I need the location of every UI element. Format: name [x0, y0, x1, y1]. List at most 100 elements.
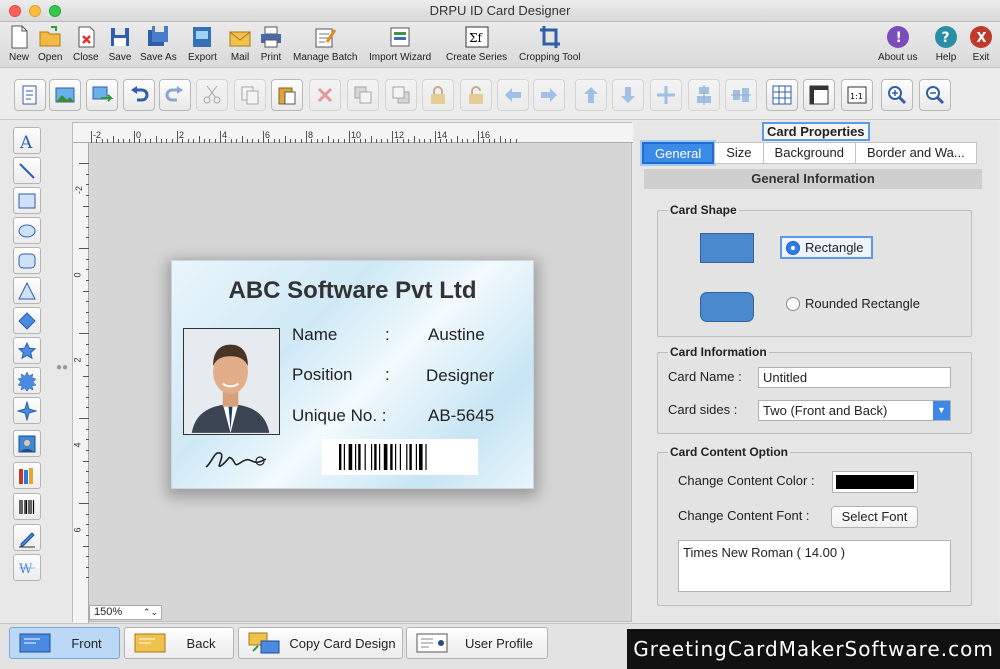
name-value[interactable]: Austine — [428, 325, 485, 345]
back-button[interactable]: Back — [124, 627, 234, 659]
copy-button[interactable] — [234, 79, 266, 111]
rectangle-tool-button[interactable] — [13, 187, 41, 214]
rounded-rectangle-radio[interactable]: Rounded Rectangle — [786, 296, 920, 311]
move-left-button[interactable] — [497, 79, 529, 111]
signature-tool-button[interactable] — [13, 524, 41, 551]
rounded-shape-preview[interactable] — [700, 292, 754, 322]
move-up-button[interactable] — [575, 79, 607, 111]
burst-tool-button[interactable] — [13, 367, 41, 394]
print-button[interactable]: Print — [259, 24, 283, 63]
content-color-picker[interactable] — [832, 471, 918, 493]
window-zoom-button[interactable] — [49, 5, 61, 17]
line-tool-button[interactable] — [13, 157, 41, 184]
position-label[interactable]: Position — [292, 365, 352, 385]
card-information-label: Card Information — [668, 345, 769, 359]
help-button[interactable]: ? Help — [934, 24, 958, 63]
mail-button[interactable]: Mail — [228, 24, 252, 63]
unique-no-label[interactable]: Unique No. : — [292, 406, 387, 426]
cut-button[interactable] — [196, 79, 228, 111]
background-button[interactable] — [49, 79, 81, 111]
delete-button[interactable] — [309, 79, 341, 111]
barcode-image[interactable] — [322, 439, 478, 475]
user-profile-button[interactable]: User Profile — [406, 627, 548, 659]
zoom-in-button[interactable] — [881, 79, 913, 111]
tab-background[interactable]: Background — [763, 142, 856, 164]
name-label[interactable]: Name — [292, 325, 337, 345]
position-value[interactable]: Designer — [426, 366, 494, 386]
ruler-tick — [86, 301, 89, 303]
triangle-tool-button[interactable] — [13, 277, 41, 304]
unlock-icon — [469, 86, 483, 104]
send-backward-button[interactable] — [385, 79, 417, 111]
watermark-tool-button[interactable]: W — [13, 554, 41, 581]
ellipse-tool-button[interactable] — [13, 217, 41, 244]
copy-icon — [241, 86, 259, 105]
export-button[interactable]: Export — [188, 24, 217, 63]
move-down-button[interactable] — [612, 79, 644, 111]
star-tool-button[interactable] — [13, 337, 41, 364]
barcode-tool-button[interactable] — [13, 493, 41, 520]
cropping-tool-button[interactable]: Cropping Tool — [519, 24, 581, 63]
tab-general[interactable]: General — [639, 140, 717, 166]
new-button[interactable]: New — [7, 24, 31, 63]
window-close-button[interactable] — [9, 5, 21, 17]
create-series-button[interactable]: Σf Create Series — [446, 24, 507, 63]
select-font-button[interactable]: Select Font — [831, 506, 918, 528]
company-name[interactable]: ABC Software Pvt Ltd — [172, 277, 533, 305]
diamond-tool-button[interactable] — [13, 307, 41, 334]
id-card-preview[interactable]: ABC Software Pvt Ltd Name : Austine Posi… — [171, 260, 534, 489]
exit-button[interactable]: X Exit — [969, 24, 993, 63]
unique-no-value[interactable]: AB-5645 — [428, 406, 494, 426]
ruler-tick — [86, 492, 89, 494]
center-button[interactable] — [650, 79, 682, 111]
close-button[interactable]: Close — [73, 24, 99, 63]
ruler-tick — [338, 139, 340, 143]
splitter-handle[interactable]: ●● — [56, 362, 70, 373]
signature-image[interactable] — [202, 437, 272, 475]
library-tool-button[interactable] — [13, 462, 41, 489]
unlock-button[interactable] — [460, 79, 492, 111]
arrow-right-icon — [541, 88, 557, 102]
open-button[interactable]: Open — [38, 24, 62, 63]
picture-tool-button[interactable] — [13, 430, 41, 457]
tab-border-and-watermark[interactable]: Border and Wa... — [855, 142, 977, 164]
about-us-button[interactable]: ! About us — [878, 24, 917, 63]
rectangle-radio[interactable]: Rectangle — [780, 236, 873, 259]
undo-button[interactable] — [123, 79, 155, 111]
redo-button[interactable] — [159, 79, 191, 111]
actual-size-button[interactable]: 1:1 — [841, 79, 873, 111]
ruler-tick — [440, 139, 442, 143]
lock-button[interactable] — [422, 79, 454, 111]
ruler-tick — [214, 139, 216, 143]
ruler-tick — [300, 139, 302, 143]
grid-button[interactable] — [766, 79, 798, 111]
zoom-select[interactable]: 150% ⌃⌄ — [89, 605, 162, 620]
import-wizard-button[interactable]: Import Wizard — [369, 24, 431, 63]
properties-button[interactable] — [14, 79, 46, 111]
sparkle-tool-button[interactable] — [13, 397, 41, 424]
bring-forward-button[interactable] — [347, 79, 379, 111]
window-minimize-button[interactable] — [29, 5, 41, 17]
align-horizontal-button[interactable] — [725, 79, 757, 111]
front-button[interactable]: Front — [9, 627, 120, 659]
export-image-button[interactable] — [86, 79, 118, 111]
ruler-button[interactable] — [803, 79, 835, 111]
ruler-tick — [86, 258, 89, 260]
save-button[interactable]: Save — [108, 24, 132, 63]
text-icon: A — [19, 133, 33, 151]
paste-button[interactable] — [271, 79, 303, 111]
copy-card-design-button[interactable]: Copy Card Design — [238, 627, 403, 659]
manage-batch-button[interactable]: Manage Batch — [293, 24, 358, 63]
rectangle-shape-preview[interactable] — [700, 233, 754, 263]
profile-photo[interactable] — [183, 328, 280, 435]
move-right-button[interactable] — [533, 79, 565, 111]
card-name-input[interactable]: Untitled — [758, 367, 951, 388]
text-tool-button[interactable]: A — [13, 127, 41, 154]
tab-size[interactable]: Size — [714, 142, 764, 164]
save-as-button[interactable]: Save As — [140, 24, 177, 63]
card-sides-select[interactable]: Two (Front and Back) ▼ — [758, 400, 951, 421]
zoom-out-button[interactable] — [919, 79, 951, 111]
svg-text:1:1: 1:1 — [850, 92, 863, 101]
rounded-rectangle-tool-button[interactable] — [13, 247, 41, 274]
align-vertical-button[interactable] — [688, 79, 720, 111]
